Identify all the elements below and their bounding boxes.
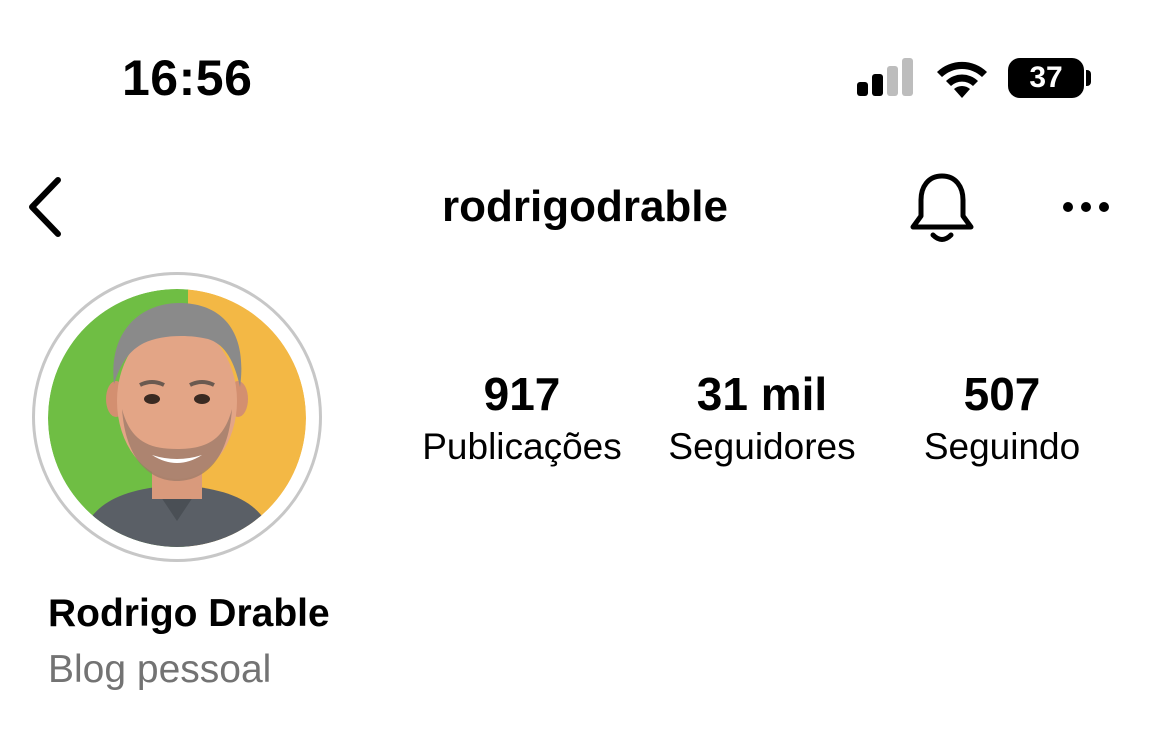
stat-followers-value: 31 mil <box>696 368 828 420</box>
profile-full-name: Rodrigo Drable <box>48 592 330 635</box>
more-horizontal-icon[interactable] <box>1056 190 1116 224</box>
stat-posts-value: 917 <box>483 368 561 420</box>
status-time: 16:56 <box>122 50 253 106</box>
page-title: rodrigodrable <box>0 180 1170 234</box>
stat-following[interactable]: 507 Seguindo <box>900 368 1104 472</box>
bell-icon[interactable] <box>906 170 978 246</box>
stat-followers[interactable]: 31 mil Seguidores <box>650 368 874 472</box>
profile-category: Blog pessoal <box>48 648 272 691</box>
profile-screen: 16:56 37 rodrigodrable 917 Publicações 3… <box>0 0 1170 730</box>
battery-icon: 37 <box>1008 58 1084 98</box>
stat-followers-label: Seguidores <box>668 426 856 467</box>
stat-following-value: 507 <box>963 368 1041 420</box>
signal-icon <box>857 58 913 96</box>
battery-level: 37 <box>1029 61 1063 94</box>
stat-posts[interactable]: 917 Publicações <box>412 368 632 472</box>
stat-posts-label: Publicações <box>422 426 622 467</box>
battery-cap <box>1086 70 1091 86</box>
wifi-icon <box>937 61 987 98</box>
stat-following-label: Seguindo <box>923 426 1081 467</box>
username-label: rodrigodrable <box>441 182 729 231</box>
avatar[interactable] <box>48 289 306 547</box>
